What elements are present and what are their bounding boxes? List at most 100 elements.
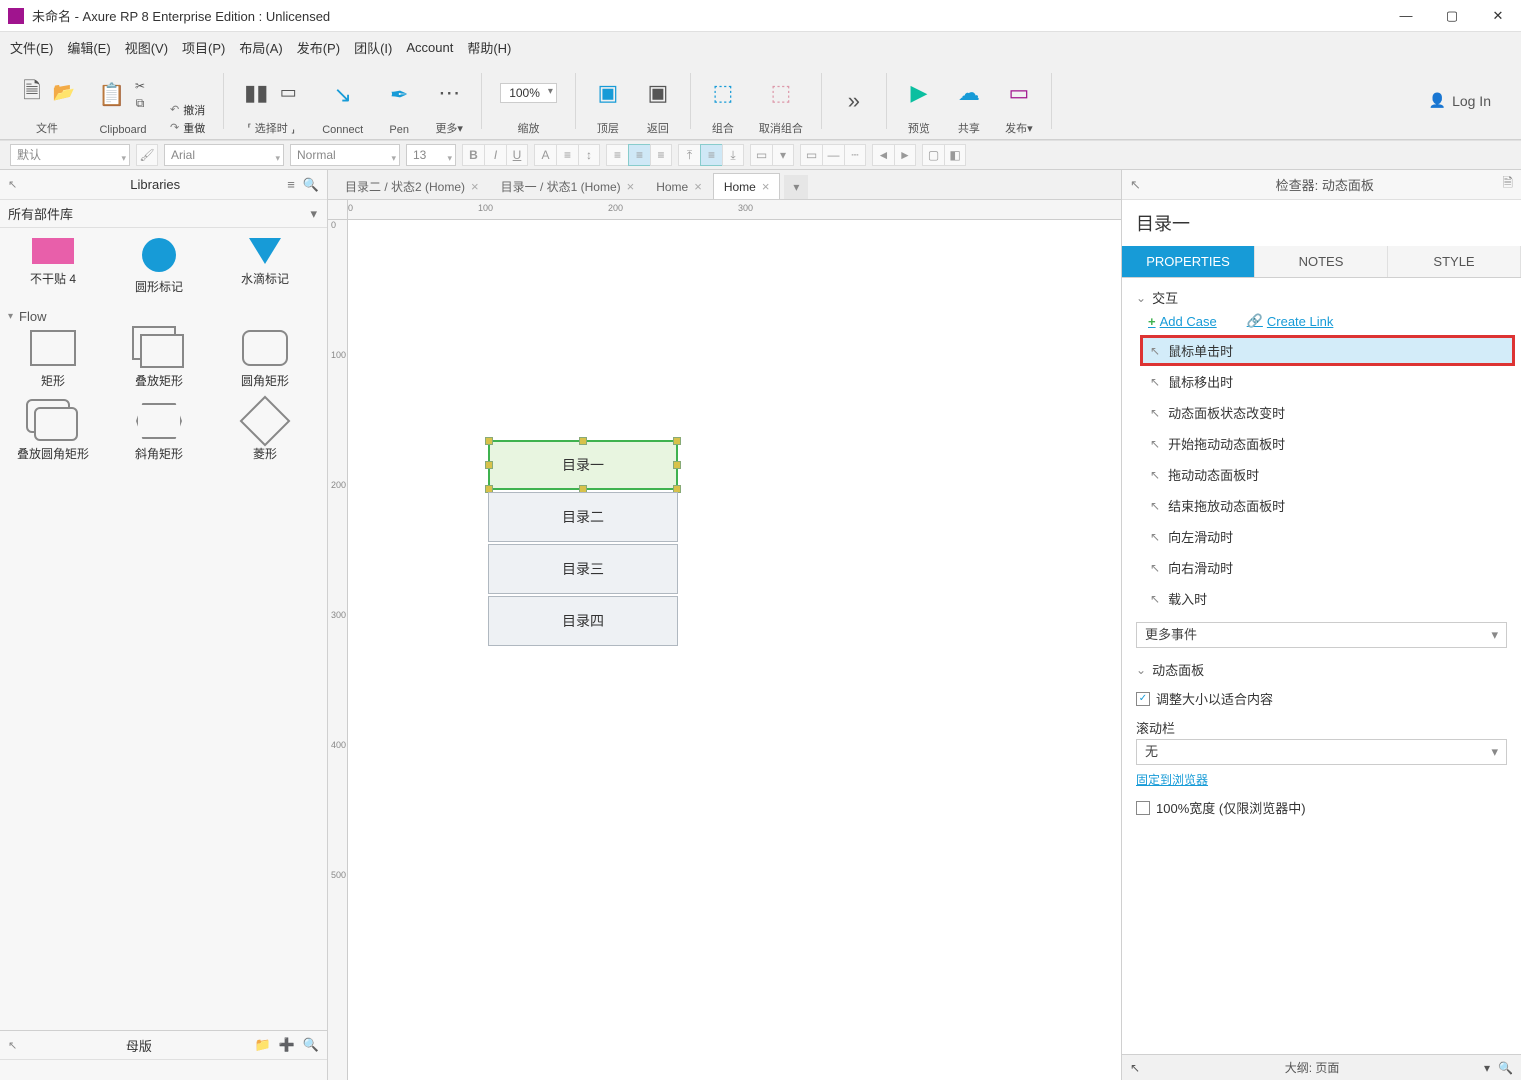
event-item[interactable]: ↖向左滑动时 <box>1140 521 1515 552</box>
select-intersect-icon[interactable]: ▭ <box>276 81 300 105</box>
add-case-link[interactable]: +Add Case <box>1148 313 1217 329</box>
menu-publish[interactable]: 发布(P) <box>297 38 340 57</box>
widget[interactable]: 目录三 <box>488 544 678 594</box>
paste-icon[interactable]: 📋 <box>98 81 126 109</box>
fit-checkbox[interactable]: ✓ <box>1136 692 1150 706</box>
more-events-combo[interactable]: 更多事件 <box>1136 622 1507 648</box>
fill-button[interactable]: ▭ <box>750 144 772 166</box>
menu-project[interactable]: 项目(P) <box>182 38 225 57</box>
menu-view[interactable]: 视图(V) <box>125 38 168 57</box>
weight-combo[interactable]: Normal <box>290 144 400 166</box>
close-icon[interactable]: × <box>471 179 479 194</box>
padding-button[interactable]: ▢ <box>922 144 944 166</box>
lib-item[interactable]: 不干贴 4 <box>8 238 98 295</box>
page-tab-active[interactable]: Home× <box>713 173 781 199</box>
page-tab[interactable]: Home× <box>645 173 713 199</box>
menu-help[interactable]: 帮助(H) <box>467 38 511 57</box>
shadow-button[interactable]: ◧ <box>944 144 966 166</box>
menu-file[interactable]: 文件(E) <box>10 38 53 57</box>
lib-item[interactable]: 圆形标记 <box>114 238 204 295</box>
tab-properties[interactable]: PROPERTIES <box>1122 246 1255 277</box>
valign-bot-button[interactable]: ⤓ <box>722 144 744 166</box>
valign-top-button[interactable]: ⤒ <box>678 144 700 166</box>
arrow-end-button[interactable]: ► <box>894 144 916 166</box>
minimize-button[interactable]: — <box>1383 0 1429 32</box>
close-icon[interactable]: × <box>694 179 702 194</box>
ungroup-icon[interactable]: ⬚ <box>767 79 795 107</box>
master-search-icon[interactable]: 🔍 <box>303 1037 319 1053</box>
select-tool-icon[interactable]: ▮▮ <box>242 79 270 107</box>
close-icon[interactable]: × <box>762 179 770 194</box>
back-icon[interactable]: ▣ <box>644 79 672 107</box>
event-item[interactable]: ↖结束拖放动态面板时 <box>1140 490 1515 521</box>
create-link-link[interactable]: 🔗Create Link <box>1247 313 1334 329</box>
arrow-start-button[interactable]: ◄ <box>872 144 894 166</box>
menu-account[interactable]: Account <box>406 40 453 55</box>
paint-format-icon[interactable]: 🖌 <box>136 144 158 166</box>
lib-section-flow[interactable]: Flow <box>8 309 319 324</box>
italic-button[interactable]: I <box>484 144 506 166</box>
lib-item[interactable]: 斜角矩形 <box>114 403 204 462</box>
bold-button[interactable]: B <box>462 144 484 166</box>
lib-item[interactable]: 叠放矩形 <box>114 330 204 389</box>
lib-item[interactable]: 圆角矩形 <box>220 330 310 389</box>
overflow-icon[interactable]: » <box>840 87 868 115</box>
group-icon[interactable]: ⬚ <box>709 79 737 107</box>
close-button[interactable]: ✕ <box>1475 0 1521 32</box>
widget[interactable]: 目录四 <box>488 596 678 646</box>
tab-overflow-icon[interactable]: ▾ <box>784 175 808 199</box>
redo-button[interactable]: ↷重做 <box>170 120 205 136</box>
canvas[interactable]: 目录一 目录二 目录三 目录四 <box>348 220 1121 1080</box>
undo-button[interactable]: ↶撤消 <box>170 102 205 118</box>
fill-dd[interactable]: ▾ <box>772 144 794 166</box>
widget-selected[interactable]: 目录一 <box>488 440 678 490</box>
text-color-button[interactable]: A <box>534 144 556 166</box>
valign-mid-button[interactable]: ≡ <box>700 144 722 166</box>
master-add-folder-icon[interactable]: 📁 <box>254 1037 270 1053</box>
publish-icon[interactable]: ▭ <box>1005 79 1033 107</box>
underline-button[interactable]: U <box>506 144 528 166</box>
event-item[interactable]: ↖载入时 <box>1140 583 1515 614</box>
font-combo[interactable]: Arial <box>164 144 284 166</box>
event-item[interactable]: ↖向右滑动时 <box>1140 552 1515 583</box>
lib-menu-icon[interactable]: ≡ <box>287 177 295 193</box>
align-right-button[interactable]: ≡ <box>650 144 672 166</box>
collapse-masters-icon[interactable]: ↖ <box>8 1039 17 1052</box>
maximize-button[interactable]: ▢ <box>1429 0 1475 32</box>
collapse-left-icon[interactable]: ↖ <box>8 178 17 191</box>
new-file-icon[interactable]: 🗎 <box>18 79 46 107</box>
menu-arrange[interactable]: 布局(A) <box>239 38 282 57</box>
bullet-button[interactable]: ≡ <box>556 144 578 166</box>
section-interactions[interactable]: 交互 <box>1122 278 1521 313</box>
align-center-button[interactable]: ≡ <box>628 144 650 166</box>
tab-style[interactable]: STYLE <box>1388 246 1521 277</box>
event-onclick[interactable]: ↖鼠标单击时 <box>1140 335 1515 366</box>
menu-team[interactable]: 团队(I) <box>354 38 392 57</box>
border-width-button[interactable]: — <box>822 144 844 166</box>
share-icon[interactable]: ☁ <box>955 79 983 107</box>
event-item[interactable]: ↖拖动动态面板时 <box>1140 459 1515 490</box>
open-file-icon[interactable]: 📂 <box>52 81 76 105</box>
lib-item[interactable]: 菱形 <box>220 403 310 462</box>
front-icon[interactable]: ▣ <box>594 79 622 107</box>
event-item[interactable]: ↖鼠标移出时 <box>1140 366 1515 397</box>
align-left-button[interactable]: ≡ <box>606 144 628 166</box>
lib-item[interactable]: 水滴标记 <box>220 238 310 295</box>
scrollbar-combo[interactable]: 无 <box>1136 739 1507 765</box>
connect-icon[interactable]: ↘ <box>329 81 357 109</box>
widget[interactable]: 目录二 <box>488 492 678 542</box>
border-style-button[interactable]: ┄ <box>844 144 866 166</box>
master-add-icon[interactable]: ➕ <box>279 1037 295 1053</box>
cut-icon[interactable]: ✂ <box>132 78 148 94</box>
page-tab[interactable]: 目录一 / 状态1 (Home)× <box>490 173 646 199</box>
copy-icon[interactable]: ⧉ <box>132 96 148 112</box>
library-selector[interactable]: 所有部件库 <box>0 200 327 228</box>
size-combo[interactable]: 13 <box>406 144 456 166</box>
line-spacing-button[interactable]: ↕ <box>578 144 600 166</box>
border-color-button[interactable]: ▭ <box>800 144 822 166</box>
lib-item[interactable]: 叠放圆角矩形 <box>8 403 98 462</box>
lib-item[interactable]: 矩形 <box>8 330 98 389</box>
ribbon-publish-label[interactable]: 发布▾ <box>1005 120 1033 136</box>
event-item[interactable]: ↖开始拖动动态面板时 <box>1140 428 1515 459</box>
page-tab[interactable]: 目录二 / 状态2 (Home)× <box>334 173 490 199</box>
